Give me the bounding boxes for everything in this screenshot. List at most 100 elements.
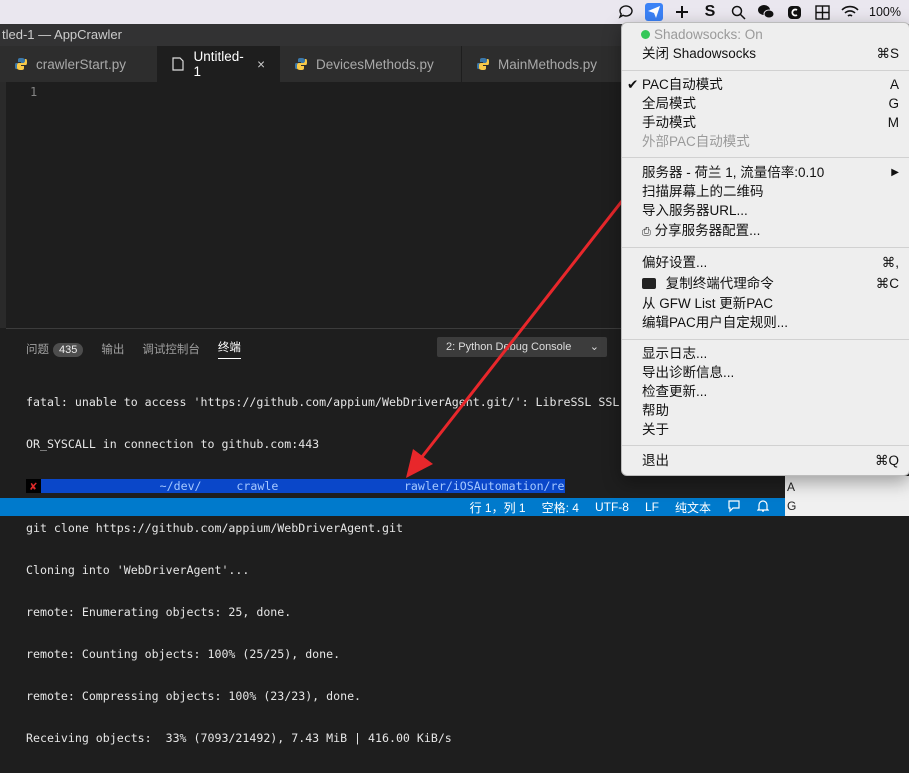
indentation[interactable]: 空格: 4 bbox=[542, 499, 579, 516]
tab-crawlerstart[interactable]: crawlerStart.py bbox=[0, 46, 158, 82]
search-icon[interactable] bbox=[729, 3, 747, 21]
tab-problems[interactable]: 问题 435 bbox=[26, 341, 84, 357]
wechat-icon[interactable] bbox=[757, 3, 775, 21]
letter: G bbox=[787, 499, 797, 513]
menu-divider bbox=[622, 247, 909, 248]
background-letters: A G bbox=[787, 478, 796, 516]
menu-item-edit-pac[interactable]: 编辑PAC用户自定规则... bbox=[642, 313, 899, 332]
menu-label: 退出 bbox=[642, 453, 669, 468]
fan-icon[interactable] bbox=[673, 3, 691, 21]
menu-item-scan-qr[interactable]: 扫描屏幕上的二维码 bbox=[642, 182, 899, 201]
menu-item-copy-terminal[interactable]: 复制终端代理命令 ⌘C bbox=[642, 274, 899, 293]
submenu-arrow-icon: ▶ bbox=[891, 167, 899, 178]
menu-item-global[interactable]: 全局模式 G bbox=[642, 94, 899, 113]
tab-label: Untitled-1 bbox=[193, 49, 244, 79]
bell-icon[interactable] bbox=[756, 499, 770, 516]
python-file-icon bbox=[476, 57, 490, 71]
menu-item-update-pac[interactable]: 从 GFW List 更新PAC bbox=[642, 294, 899, 313]
editor-tabs: crawlerStart.py Untitled-1 × DevicesMeth… bbox=[0, 46, 640, 82]
tab-output[interactable]: 输出 bbox=[101, 341, 124, 357]
letter: A bbox=[787, 480, 796, 494]
terminal-line: Receiving objects: 33% (7093/21492), 7.4… bbox=[26, 731, 452, 745]
menu-item-share-config[interactable]: ⎙ 分享服务器配置... bbox=[642, 221, 899, 240]
menu-divider bbox=[622, 157, 909, 158]
macos-menubar: S 100% bbox=[0, 0, 909, 24]
code-editor[interactable]: 1 bbox=[0, 82, 640, 328]
tab-debug-console[interactable]: 调试控制台 bbox=[142, 341, 200, 357]
menu-item-manual[interactable]: 手动模式 M bbox=[642, 113, 899, 132]
language-mode[interactable]: 纯文本 bbox=[675, 499, 711, 516]
menu-item-server[interactable]: 服务器 - 荷兰 1, 流量倍率:0.10 ▶ bbox=[642, 163, 899, 182]
status-bar: 行 1，列 1 空格: 4 UTF-8 LF 纯文本 bbox=[0, 498, 785, 516]
menu-shortcut: ⌘Q bbox=[874, 453, 899, 468]
menu-divider bbox=[622, 70, 909, 71]
status-dot-icon bbox=[641, 30, 650, 39]
menu-divider bbox=[622, 339, 909, 340]
menu-item-pac-auto[interactable]: ✔ PAC自动模式 A bbox=[627, 75, 899, 94]
tab-terminal[interactable]: 终端 bbox=[217, 339, 241, 359]
bottom-panel: 问题 435 输出 调试控制台 终端 2: Python Debug Consol… bbox=[6, 328, 640, 745]
menu-shortcut: ⌘C bbox=[875, 276, 899, 291]
toggle-shadowsocks-item[interactable]: 关闭 Shadowsocks ⌘S bbox=[642, 44, 899, 63]
python-file-icon bbox=[14, 57, 28, 71]
terminal-line: remote: Counting objects: 100% (25/25), … bbox=[26, 647, 341, 661]
window-title: tled-1 — AppCrawler bbox=[0, 24, 642, 46]
terminal-select[interactable]: 2: Python Debug Console ⌄ bbox=[437, 337, 607, 357]
menu-shortcut: A bbox=[889, 77, 899, 92]
menu-item-help[interactable]: 帮助 bbox=[642, 401, 899, 420]
terminal-line: OR_SYSCALL in connection to github.com:4… bbox=[26, 437, 320, 451]
menu-item-check-update[interactable]: 检查更新... bbox=[642, 382, 899, 401]
status-label: Shadowsocks: On bbox=[654, 27, 763, 42]
menu-label: 服务器 - 荷兰 1, 流量倍率:0.10 bbox=[642, 165, 825, 180]
menu-label: 复制终端代理命令 bbox=[665, 276, 774, 291]
line-ending[interactable]: LF bbox=[645, 500, 659, 514]
shadowsocks-menu: Shadowsocks: On 关闭 Shadowsocks ⌘S ✔ PAC自… bbox=[621, 22, 909, 476]
menu-item-external-pac: 外部PAC自动模式 bbox=[642, 132, 899, 151]
menu-item-export-diag[interactable]: 导出诊断信息... bbox=[642, 363, 899, 382]
menu-label: 分享服务器配置... bbox=[654, 223, 761, 238]
wifi-icon[interactable] bbox=[841, 3, 859, 21]
terminal-output[interactable]: fatal: unable to access 'https://github.… bbox=[26, 367, 640, 773]
chevron-down-icon: ⌄ bbox=[589, 341, 599, 353]
python-file-icon bbox=[294, 57, 308, 71]
tab-untitled-1[interactable]: Untitled-1 × bbox=[158, 46, 280, 82]
grid-icon[interactable] bbox=[813, 3, 831, 21]
menu-item-quit[interactable]: 退出 ⌘Q bbox=[642, 451, 899, 470]
s-icon[interactable]: S bbox=[701, 3, 719, 21]
menu-label: 外部PAC自动模式 bbox=[642, 134, 750, 149]
menu-label: 关闭 Shadowsocks bbox=[642, 46, 757, 61]
menu-label: 全局模式 bbox=[642, 96, 696, 111]
cursor-position[interactable]: 行 1，列 1 bbox=[470, 499, 526, 516]
terminal-line: remote: Compressing objects: 100% (23/23… bbox=[26, 689, 362, 703]
terminal-line: git clone https://github.com/appium/WebD… bbox=[26, 521, 403, 535]
menu-shortcut: ⌘, bbox=[881, 255, 899, 270]
terminal-line: Cloning into 'WebDriverAgent'... bbox=[26, 563, 250, 577]
menu-item-show-log[interactable]: 显示日志... bbox=[642, 344, 899, 363]
terminal-select-value: 2: Python Debug Console bbox=[446, 341, 572, 353]
menu-item-import-url[interactable]: 导入服务器URL... bbox=[642, 201, 899, 220]
menu-label: PAC自动模式 bbox=[642, 77, 723, 92]
prompt-path: ~/dev/ crawle rawler/iOSAutomation/re bbox=[159, 479, 565, 493]
file-icon bbox=[172, 57, 185, 71]
menu-item-about[interactable]: 关于 bbox=[642, 420, 899, 439]
tab-label: DevicesMethods.py bbox=[316, 56, 434, 72]
encoding[interactable]: UTF-8 bbox=[595, 500, 629, 514]
close-icon[interactable]: × bbox=[257, 57, 265, 72]
tab-mainmethods[interactable]: MainMethods.py bbox=[462, 46, 640, 82]
terminal-line: fatal: unable to access 'https://github.… bbox=[26, 395, 620, 409]
menu-shortcut: G bbox=[888, 96, 899, 111]
terminal-prompt-line: ✘ ~/dev/ crawle rawler/iOSAutomation/re bbox=[26, 479, 640, 493]
menu-item-preferences[interactable]: 偏好设置... ⌘, bbox=[642, 253, 899, 272]
background-window: A G bbox=[785, 476, 909, 516]
feedback-icon[interactable] bbox=[727, 499, 741, 516]
menu-divider bbox=[622, 445, 909, 446]
tab-devicesmethods[interactable]: DevicesMethods.py bbox=[280, 46, 462, 82]
shadowsocks-paper-plane-icon[interactable] bbox=[645, 3, 664, 21]
problems-count-badge: 435 bbox=[53, 343, 84, 357]
menu-shortcut: ⌘S bbox=[876, 46, 899, 61]
chat-icon[interactable] bbox=[617, 3, 635, 21]
checkmark-icon: ✔ bbox=[627, 77, 639, 92]
line-number: 1 bbox=[30, 85, 38, 99]
c-icon[interactable] bbox=[785, 3, 803, 21]
terminal-icon bbox=[642, 278, 656, 289]
